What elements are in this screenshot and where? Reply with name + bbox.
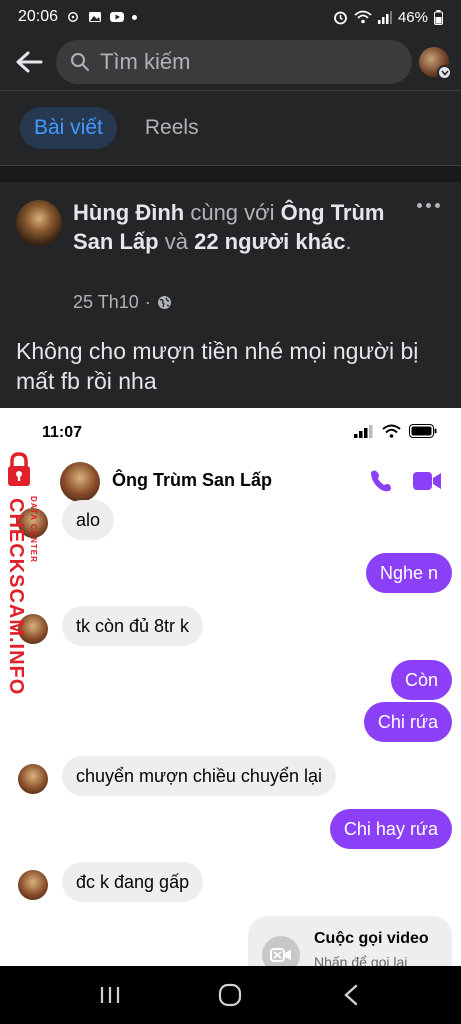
message-incoming: alo bbox=[62, 500, 115, 540]
pinwheel-icon bbox=[68, 12, 79, 22]
dot-icon bbox=[435, 202, 440, 208]
post-image[interactable]: 11:07 Ông Trùm San Lấp alo Nghe n tk còn… bbox=[0, 408, 461, 966]
watermark-sub: DATA CENTER bbox=[29, 496, 38, 563]
message-outgoing: Còn bbox=[390, 660, 452, 700]
contact-avatar[interactable] bbox=[60, 462, 100, 502]
home-icon bbox=[219, 983, 242, 1007]
author-name[interactable]: Hùng Đình bbox=[73, 200, 184, 225]
watermark-text: CHECKSCAM.INFO bbox=[5, 498, 27, 696]
chat-header: Ông Trùm San Lấp bbox=[0, 460, 461, 506]
section-gap bbox=[0, 166, 461, 182]
status-time: 20:06 bbox=[18, 8, 59, 25]
chevron-left-icon bbox=[344, 984, 358, 1006]
search-header bbox=[0, 34, 461, 90]
globe-icon bbox=[157, 296, 171, 309]
phone-icon[interactable] bbox=[368, 468, 394, 494]
tab-posts[interactable]: Bài viết bbox=[20, 107, 117, 149]
message-incoming: đc k đang gấp bbox=[62, 862, 204, 902]
call-title: Cuộc gọi video bbox=[314, 930, 429, 947]
dot-icon bbox=[417, 202, 422, 208]
post-meta: 25 Th10 · bbox=[73, 292, 172, 313]
search-tabs: Bài viết Reels bbox=[0, 91, 461, 165]
image-status-icons bbox=[354, 424, 437, 438]
back-button[interactable] bbox=[12, 45, 46, 79]
and-word: và bbox=[164, 229, 188, 254]
watermark: DATA CENTER CHECKSCAM.INFO bbox=[2, 452, 42, 695]
search-input[interactable] bbox=[100, 49, 380, 75]
video-call-card: Cuộc gọi video Nhấn để gọi lại bbox=[248, 916, 452, 966]
video-camera-icon[interactable] bbox=[412, 470, 442, 492]
contact-name[interactable]: Ông Trùm San Lấp bbox=[112, 470, 272, 491]
system-nav-bar bbox=[0, 966, 461, 1024]
sender-avatar bbox=[18, 870, 48, 900]
message-incoming: tk còn đủ 8tr k bbox=[62, 606, 204, 646]
missed-video-call-icon bbox=[262, 936, 300, 966]
search-box[interactable] bbox=[56, 40, 412, 84]
wifi-icon bbox=[354, 10, 372, 24]
meta-separator: · bbox=[144, 292, 151, 312]
post-header: Hùng Đình cùng với Ông Trùm San Lấp và 2… bbox=[73, 198, 393, 256]
battery-icon bbox=[434, 9, 443, 25]
arrow-left-icon bbox=[16, 51, 43, 73]
post-text: Không cho mượn tiền nhé mọi người bị mất… bbox=[16, 338, 419, 394]
status-bar: 20:06 46% bbox=[0, 0, 461, 34]
message-outgoing: Chi rứa bbox=[363, 702, 452, 742]
call-subtitle: Nhấn để gọi lại bbox=[314, 954, 408, 966]
home-button[interactable] bbox=[210, 975, 250, 1015]
gallery-icon bbox=[89, 12, 102, 22]
battery-level: 46% bbox=[397, 8, 428, 26]
search-icon bbox=[71, 53, 89, 71]
image-status-time: 11:07 bbox=[42, 424, 83, 441]
message-incoming: chuyển mượn chiều chuyển lại bbox=[62, 756, 336, 796]
lock-icon bbox=[8, 452, 30, 486]
recent-apps-icon bbox=[101, 987, 120, 1003]
sender-avatar bbox=[18, 764, 48, 794]
battery-icon bbox=[409, 424, 437, 438]
wifi-icon bbox=[382, 424, 401, 438]
signal-icon bbox=[377, 10, 392, 24]
dot-icon bbox=[426, 202, 431, 208]
notification-dot-icon bbox=[132, 14, 138, 20]
more-options-button[interactable] bbox=[417, 200, 441, 210]
alarm-icon bbox=[334, 11, 347, 24]
message-outgoing: Nghe n bbox=[365, 553, 452, 593]
back-nav-button[interactable] bbox=[331, 975, 371, 1015]
with-word: cùng với bbox=[190, 200, 275, 225]
recent-apps-button[interactable] bbox=[90, 975, 130, 1015]
post-time[interactable]: 25 Th10 bbox=[73, 292, 139, 313]
post-card: Hùng Đình cùng với Ông Trùm San Lấp và 2… bbox=[0, 182, 461, 408]
others-link[interactable]: 22 người khác bbox=[194, 229, 345, 254]
message-outgoing: Chi hay rứa bbox=[329, 809, 452, 849]
signal-icon bbox=[354, 424, 373, 438]
tab-reels[interactable]: Reels bbox=[131, 107, 213, 149]
period: . bbox=[345, 229, 352, 254]
author-avatar[interactable] bbox=[16, 200, 62, 246]
chevron-down-icon bbox=[437, 65, 452, 80]
profile-avatar[interactable] bbox=[419, 47, 452, 80]
youtube-icon bbox=[110, 12, 125, 22]
